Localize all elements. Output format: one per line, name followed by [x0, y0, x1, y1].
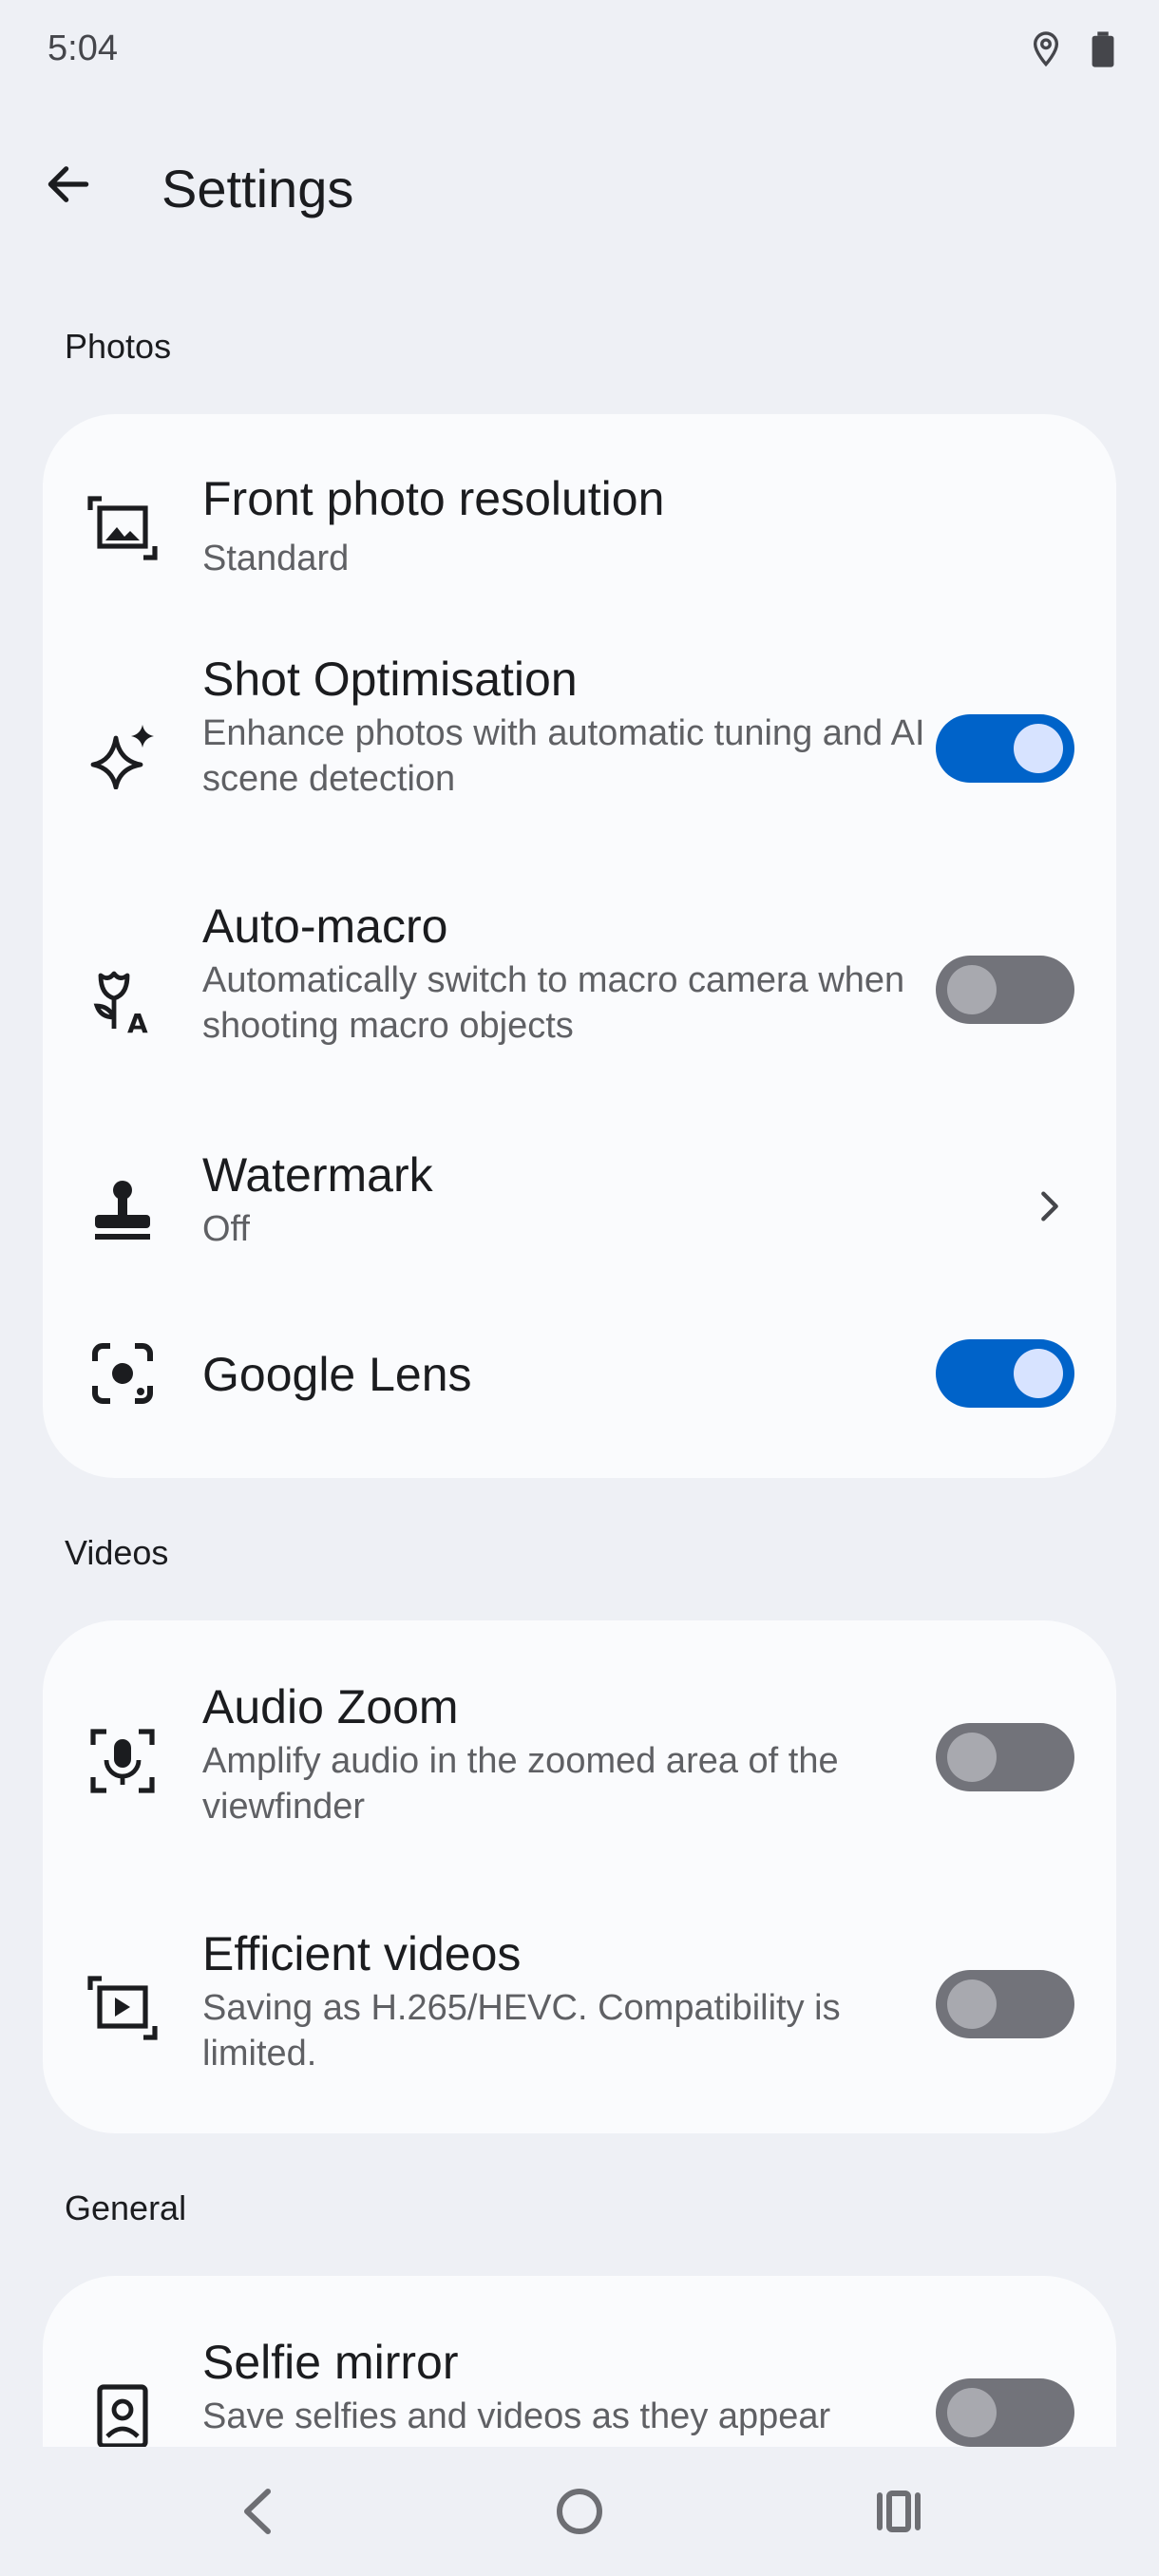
setting-title: Audio Zoom [202, 1680, 459, 1733]
setting-subtitle: Automatically switch to macro camera whe… [202, 960, 905, 1046]
setting-title: Selfie mirror [202, 2336, 459, 2389]
setting-efficient-videos[interactable]: Efficient videos Saving as H.265/HEVC. C… [43, 1926, 1116, 2116]
selfie-mirror-toggle[interactable] [936, 2378, 1074, 2447]
status-time: 5:04 [48, 28, 118, 68]
setting-shot-optimisation[interactable]: Shot Optimisation Enhance photos with au… [43, 652, 1116, 870]
toggle-knob [1014, 724, 1063, 773]
nav-back-icon [238, 2486, 279, 2542]
setting-title: Efficient videos [202, 1927, 522, 1980]
section-header-videos: Videos [65, 1533, 169, 1572]
chevron-right-icon [1021, 1178, 1078, 1235]
efficient-videos-toggle[interactable] [936, 1970, 1074, 2038]
lens-icon [85, 1335, 161, 1411]
toggle-knob [947, 1733, 997, 1782]
toggle-knob [1014, 1349, 1063, 1398]
status-icons [1030, 30, 1115, 73]
setting-subtitle: Enhance photos with automatic tuning and… [202, 713, 925, 799]
setting-subtitle: Amplify audio in the zoomed area of the … [202, 1741, 839, 1827]
nav-home-icon [556, 2488, 603, 2540]
shot-optimisation-toggle[interactable] [936, 714, 1074, 783]
sparkle-icon [85, 718, 161, 794]
toggle-knob [947, 1979, 997, 2029]
setting-value: Standard [202, 539, 350, 578]
nav-back-button[interactable] [220, 2475, 296, 2551]
location-icon [1030, 30, 1062, 73]
setting-title: Watermark [202, 1148, 433, 1202]
setting-auto-macro[interactable]: A Auto-macro Automatically switch to mac… [43, 899, 1116, 1117]
setting-title: Front photo resolution [202, 472, 665, 525]
setting-watermark[interactable]: Watermark Off [43, 1146, 1116, 1288]
system-nav-bar [0, 2447, 1159, 2576]
setting-subtitle: Save selfies and videos as they appear [202, 2396, 831, 2436]
google-lens-toggle[interactable] [936, 1339, 1074, 1408]
image-frame-icon [85, 490, 161, 566]
photos-card: Front photo resolution Standard Shot Opt… [43, 414, 1116, 1478]
page-title: Settings [162, 159, 354, 218]
setting-value: Off [202, 1209, 250, 1249]
nav-home-button[interactable] [542, 2475, 618, 2551]
setting-subtitle: Saving as H.265/HEVC. Compatibility is l… [202, 1988, 841, 2074]
toggle-knob [947, 965, 997, 1014]
app-bar: Settings [0, 133, 1159, 247]
setting-google-lens[interactable]: Google Lens [43, 1326, 1116, 1430]
status-bar: 5:04 [0, 0, 1159, 104]
setting-title: Shot Optimisation [202, 653, 578, 706]
back-button[interactable] [34, 152, 103, 220]
setting-title: Google Lens [202, 1348, 472, 1401]
toggle-knob [947, 2388, 997, 2437]
nav-recents-icon [874, 2490, 923, 2538]
audio-zoom-toggle[interactable] [936, 1723, 1074, 1791]
portrait-icon [85, 2378, 161, 2454]
setting-title: Auto-macro [202, 900, 448, 953]
auto-macro-toggle[interactable] [936, 956, 1074, 1024]
setting-audio-zoom[interactable]: Audio Zoom Amplify audio in the zoomed a… [43, 1679, 1116, 1869]
svg-text:A: A [127, 1008, 148, 1034]
flower-auto-icon: A [85, 963, 161, 1039]
mic-focus-icon [85, 1723, 161, 1799]
arrow-back-icon [42, 158, 95, 216]
stamp-icon [85, 1172, 161, 1248]
video-frame-icon [85, 1970, 161, 2046]
videos-card: Audio Zoom Amplify audio in the zoomed a… [43, 1620, 1116, 2133]
setting-front-photo-resolution[interactable]: Front photo resolution Standard [43, 414, 1116, 604]
section-header-general: General [65, 2188, 187, 2227]
battery-icon [1091, 30, 1115, 73]
nav-recents-button[interactable] [861, 2475, 937, 2551]
section-header-photos: Photos [65, 327, 172, 366]
